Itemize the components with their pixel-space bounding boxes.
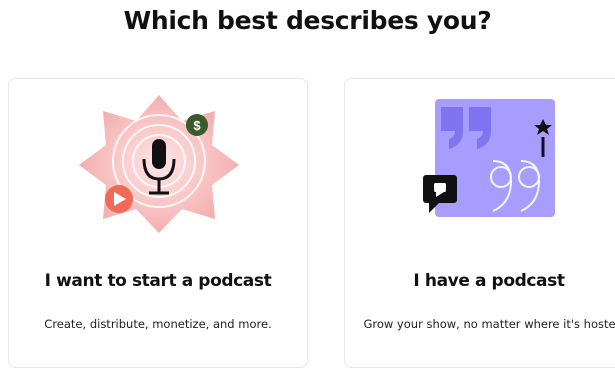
play-icon xyxy=(105,185,133,213)
option-card-have-podcast[interactable]: I have a podcast Grow your show, no matt… xyxy=(344,78,615,368)
page-title: Which best describes you? xyxy=(123,6,492,35)
option-description: Create, distribute, monetize, and more. xyxy=(44,317,272,331)
option-description: Grow your show, no matter where it's hos… xyxy=(363,317,615,331)
option-card-start-podcast[interactable]: $ I want to start a podcast Create, dist… xyxy=(8,78,308,368)
dollar-icon: $ xyxy=(186,114,208,136)
start-podcast-illustration: $ xyxy=(79,95,239,233)
option-heading: I have a podcast xyxy=(413,271,565,291)
option-heading: I want to start a podcast xyxy=(44,271,272,291)
svg-text:$: $ xyxy=(193,118,201,133)
have-podcast-illustration xyxy=(423,99,555,217)
